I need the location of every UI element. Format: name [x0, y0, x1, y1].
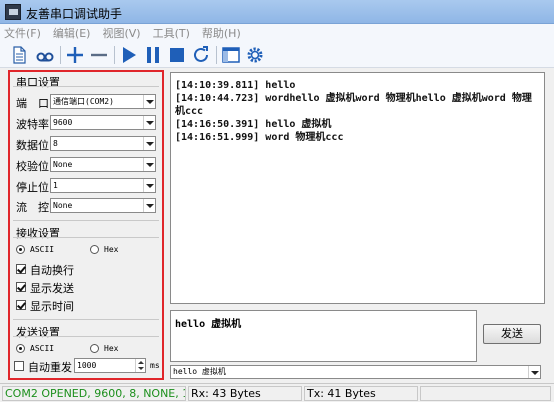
window-title: 友善串口调试助手: [26, 7, 123, 21]
auto-newline-checkbox[interactable]: [16, 264, 26, 274]
remove-icon[interactable]: [88, 44, 110, 66]
status-empty: [420, 386, 551, 401]
chevron-down-icon[interactable]: [143, 116, 155, 129]
group-divider: [13, 220, 159, 221]
send-button[interactable]: 发送: [483, 324, 541, 344]
toolbar: [0, 42, 554, 68]
receive-settings-title: 接收设置: [16, 227, 60, 240]
parity-value: None: [53, 160, 73, 169]
rx-ascii-radio[interactable]: [16, 245, 25, 254]
show-time-checkbox[interactable]: [16, 300, 26, 310]
gear-icon[interactable]: [244, 44, 266, 66]
group-divider: [13, 86, 159, 87]
rx-count: Rx: 43 Bytes: [188, 386, 302, 401]
toolbar-separator: [114, 46, 115, 64]
baud-value: 9600: [53, 118, 73, 127]
menu-file[interactable]: 文件(F): [4, 25, 41, 41]
stopbits-value: 1: [53, 181, 58, 190]
resend-interval-input[interactable]: 1000: [74, 358, 146, 373]
send-text: hello 虚拟机: [175, 319, 242, 330]
status-bar: COM2 OPENED, 9600, 8, NONE, 1, OFF Rx: 4…: [0, 383, 554, 402]
spin-buttons[interactable]: [135, 359, 145, 372]
show-send-label: 显示发送: [30, 282, 74, 295]
chevron-down-icon[interactable]: [143, 158, 155, 171]
receive-textarea[interactable]: [14:10:39.811] hello [14:10:44.723] word…: [170, 72, 545, 304]
tx-hex-radio[interactable]: [90, 344, 99, 353]
menu-view[interactable]: 视图(V): [102, 25, 140, 41]
baud-label: 波特率: [16, 118, 49, 131]
rx-hex-radio[interactable]: [90, 245, 99, 254]
stopbits-select[interactable]: 1: [50, 178, 156, 193]
pause-icon[interactable]: [142, 44, 164, 66]
show-send-checkbox[interactable]: [16, 282, 26, 292]
databits-select[interactable]: 8: [50, 136, 156, 151]
history-value: hello 虚拟机: [173, 367, 226, 376]
tx-ascii-radio[interactable]: [16, 344, 25, 353]
send-settings-title: 发送设置: [16, 326, 60, 339]
auto-resend-checkbox[interactable]: [14, 361, 24, 371]
stop-icon[interactable]: [166, 44, 188, 66]
databits-label: 数据位: [16, 139, 49, 152]
menu-bar: 文件(F) 编辑(E) 视图(V) 工具(T) 帮助(H): [0, 24, 554, 42]
add-icon[interactable]: [64, 44, 86, 66]
group-divider: [13, 237, 159, 238]
chevron-down-icon[interactable]: [143, 95, 155, 108]
log-line: [14:10:44.723] wordhello 虚拟机word 物理机hell…: [175, 93, 532, 117]
serial-settings-title: 串口设置: [16, 76, 60, 89]
parity-label: 校验位: [16, 160, 49, 173]
baud-select[interactable]: 9600: [50, 115, 156, 130]
app-icon: [5, 4, 21, 20]
spin-up-icon[interactable]: [138, 361, 144, 364]
refresh-icon[interactable]: [190, 44, 212, 66]
tx-count: Tx: 41 Bytes: [304, 386, 418, 401]
flow-value: None: [53, 201, 73, 210]
port-value: 通信端口(COM2): [53, 97, 114, 106]
tx-hex-label: Hex: [104, 344, 119, 353]
menu-help[interactable]: 帮助(H): [202, 25, 241, 41]
interval-unit: ms: [150, 361, 160, 370]
auto-resend-label: 自动重发: [28, 361, 72, 374]
flow-select[interactable]: None: [50, 198, 156, 213]
chevron-down-icon[interactable]: [143, 199, 155, 212]
chevron-down-icon[interactable]: [528, 366, 540, 378]
toolbar-separator: [60, 46, 61, 64]
rx-hex-label: Hex: [104, 245, 119, 254]
stopbits-label: 停止位: [16, 181, 49, 194]
spin-down-icon[interactable]: [138, 367, 144, 370]
tx-ascii-label: ASCII: [30, 344, 55, 353]
group-divider: [13, 336, 159, 337]
play-icon[interactable]: [118, 44, 140, 66]
chevron-down-icon[interactable]: [143, 179, 155, 192]
port-select[interactable]: 通信端口(COM2): [50, 94, 156, 109]
title-bar: 友善串口调试助手: [0, 0, 554, 24]
menu-tools[interactable]: 工具(T): [153, 25, 190, 41]
window-icon[interactable]: [220, 44, 242, 66]
group-divider: [13, 319, 159, 320]
port-label: 端 口: [16, 97, 49, 110]
show-time-label: 显示时间: [30, 300, 74, 313]
log-line: [14:10:39.811] hello: [175, 80, 296, 91]
new-file-icon[interactable]: [8, 44, 30, 66]
toolbar-separator: [216, 46, 217, 64]
databits-value: 8: [53, 139, 58, 148]
log-line: [14:16:51.999] word 物理机ccc: [175, 132, 344, 143]
settings-panel: 串口设置 端 口 通信端口(COM2) 波特率 9600 数据位 8 校验位 N…: [8, 70, 164, 380]
parity-select[interactable]: None: [50, 157, 156, 172]
loop-icon[interactable]: [34, 44, 56, 66]
auto-newline-label: 自动换行: [30, 264, 74, 277]
log-line: [14:16:50.391] hello 虚拟机: [175, 119, 332, 130]
send-textarea[interactable]: hello 虚拟机: [170, 310, 477, 362]
flow-label: 流 控: [16, 201, 49, 214]
menu-edit[interactable]: 编辑(E): [53, 25, 91, 41]
chevron-down-icon[interactable]: [143, 137, 155, 150]
connection-status: COM2 OPENED, 9600, 8, NONE, 1, OFF: [2, 386, 186, 401]
rx-ascii-label: ASCII: [30, 245, 55, 254]
resend-interval-value: 1000: [77, 361, 97, 370]
history-select[interactable]: hello 虚拟机: [170, 365, 541, 379]
